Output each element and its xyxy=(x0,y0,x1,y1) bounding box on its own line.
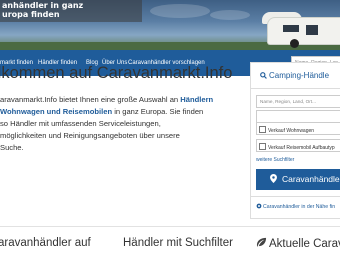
more-filters-link[interactable]: weitere Suchfilter xyxy=(256,157,294,163)
intro-line: Suche. xyxy=(0,142,236,154)
intro-highlight: Händlern xyxy=(180,95,214,104)
caravan-wheel xyxy=(290,39,299,48)
intro-run: möglichkeiten und Reinigungsangeboten üb… xyxy=(0,131,180,140)
intro-line: Wohnwagen und Reisemobilen in ganz Europ… xyxy=(0,106,236,118)
filter-verkauf-wohnwagen[interactable]: Verkauf Wohnwagen xyxy=(256,122,340,135)
section-heading-aktuelle-label: Aktuelle Carava xyxy=(269,238,340,250)
nearby-dealers-link-label: Caravanhändler in der Nähe fin xyxy=(263,204,336,210)
panel-title: Camping-Händle xyxy=(260,71,329,80)
banner-slogan: anhändler in ganz uropa finden xyxy=(0,0,142,22)
page-title: llkommen auf Caravanmarkt.Info xyxy=(0,64,233,82)
filter-verkauf-reisemobil[interactable]: Verkauf Reisemobil Aufbautyp xyxy=(256,139,340,152)
location-icon xyxy=(256,203,262,209)
banner-slogan-line: uropa finden xyxy=(2,9,60,19)
panel-header: Camping-Händle xyxy=(251,63,340,89)
cloud-decoration xyxy=(210,10,250,20)
section-heading-aktuelle: Aktuelle Carava xyxy=(256,237,340,250)
intro-highlight: Wohnwagen und Reisemobilen xyxy=(0,107,113,116)
search-dealers-button-label: Caravanhändle xyxy=(282,174,340,184)
section-heading-suchfilter: Händler mit Suchfilter xyxy=(123,237,233,249)
intro-run: aravanmarkt.Info bietet Ihnen eine große… xyxy=(0,95,181,104)
search-dealers-button[interactable]: Caravanhändle xyxy=(256,169,340,190)
search-icon xyxy=(260,72,267,79)
panel-title-label: Camping-Händle xyxy=(269,71,330,80)
cloud-decoration xyxy=(150,4,210,18)
dealer-search-panel: Camping-Händle Name, Region, Land, Ort..… xyxy=(250,62,340,219)
map-marker-icon xyxy=(270,174,277,183)
panel-divider xyxy=(251,196,340,197)
checkbox-label: Verkauf Reisemobil Aufbautyp xyxy=(268,145,335,151)
checkbox-icon[interactable] xyxy=(259,126,266,133)
caravan-body xyxy=(268,18,340,44)
section-divider xyxy=(0,226,340,227)
checkbox-icon[interactable] xyxy=(259,143,266,150)
section-heading-caravanhaendler: aravanhändler auf xyxy=(0,237,91,249)
nearby-dealers-link[interactable]: Caravanhändler in der Nähe fin xyxy=(256,203,335,210)
intro-run: in ganz Europa. Sie finden xyxy=(112,107,204,116)
intro-line: so Händler mit umfassenden Serviceleistu… xyxy=(0,118,236,130)
caravan-window xyxy=(283,25,299,32)
intro-line: möglichkeiten und Reinigungsangeboten üb… xyxy=(0,130,236,142)
intro-line: aravanmarkt.Info bietet Ihnen eine große… xyxy=(0,94,236,106)
leaf-icon xyxy=(256,237,267,248)
caravan-window xyxy=(306,25,318,35)
location-search-input[interactable]: Name, Region, Land, Ort... xyxy=(256,95,340,108)
checkbox-label: Verkauf Wohnwagen xyxy=(268,128,315,134)
header-banner: anhändler in ganz uropa finden xyxy=(0,0,340,50)
intro-text: aravanmarkt.Info bietet Ihnen eine große… xyxy=(0,94,236,154)
intro-run: Suche. xyxy=(0,143,24,152)
intro-run: so Händler mit umfassenden Serviceleistu… xyxy=(0,119,161,128)
